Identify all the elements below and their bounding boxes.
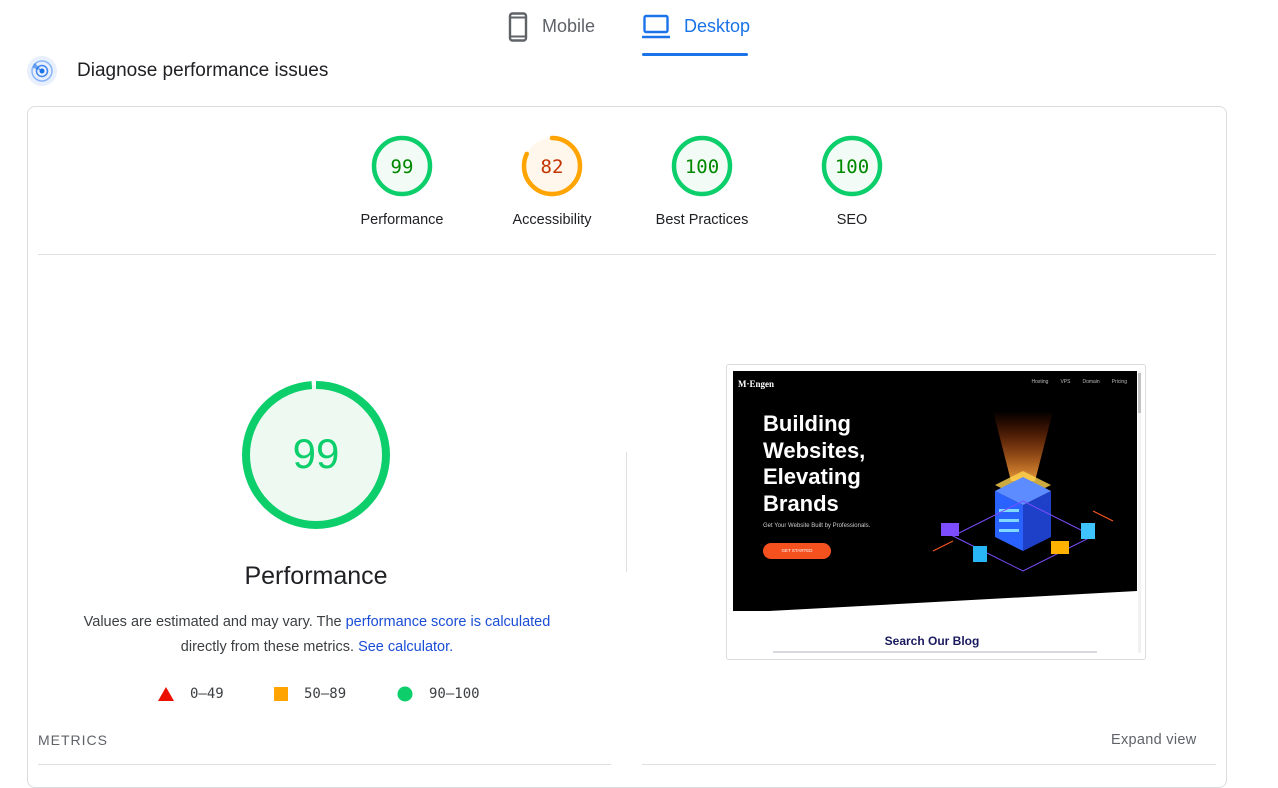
legend-average: 50–89 [274, 684, 346, 704]
gauge-performance[interactable]: 99 Performance [342, 134, 462, 228]
performance-gauge: 99 [242, 381, 390, 529]
screenshot-hero: M·Engen Hosting VPS Domain Pricing Build… [733, 371, 1137, 611]
screenshot-logo: M·Engen [738, 379, 775, 389]
score-ring: 82 [521, 135, 583, 197]
tab-mobile-label: Mobile [542, 16, 596, 36]
divider [38, 254, 1216, 255]
gauge-seo[interactable]: 100 SEO [792, 134, 912, 228]
desc-text: Values are estimated and may vary. The [83, 614, 346, 630]
desc-text: directly from these metrics. [180, 639, 359, 655]
screenshot-blog-title: Search Our Blog [884, 634, 980, 648]
hero-slant [733, 591, 1137, 613]
diagnose-title: Diagnose performance issues [77, 60, 329, 81]
circle-icon [397, 686, 413, 702]
radar-icon [27, 56, 57, 86]
screenshot-cta: GET STARTED [763, 543, 831, 559]
gauge-best-practices[interactable]: 100 Best Practices [642, 134, 762, 228]
triangle-icon [158, 687, 174, 701]
gauge-label: Accessibility [512, 212, 592, 228]
see-calculator-link[interactable]: See calculator. [358, 639, 453, 655]
score-ring: 100 [671, 135, 733, 197]
performance-description: Values are estimated and may vary. The p… [60, 610, 574, 660]
legend-fail: 0–49 [158, 684, 224, 704]
gauge-score: 100 [685, 156, 719, 178]
tab-active-indicator [642, 53, 748, 56]
legend-range: 90–100 [429, 686, 480, 702]
screenshot-blog-text [773, 651, 1097, 653]
gauge-accessibility[interactable]: 82 Accessibility [492, 134, 612, 228]
screenshot-nav: Hosting VPS Domain Pricing [1032, 379, 1128, 385]
tab-desktop[interactable]: Desktop [642, 10, 750, 56]
screenshot-subtitle: Get Your Website Built by Professionals. [763, 523, 871, 529]
screenshot-nav-item: Hosting [1031, 379, 1049, 385]
legend-range: 0–49 [190, 686, 224, 702]
expand-view-button[interactable]: Expand view [1111, 732, 1197, 748]
smartphone-icon [508, 12, 528, 42]
gauge-score: 100 [835, 156, 869, 178]
gauge-label: Performance [360, 212, 444, 228]
square-icon [274, 687, 288, 701]
score-calculated-link[interactable]: performance score is calculated [346, 614, 551, 630]
tab-mobile[interactable]: Mobile [508, 10, 595, 56]
screenshot-nav-item: VPS [1060, 379, 1071, 385]
vertical-separator [626, 452, 627, 572]
server-illustration [932, 411, 1114, 572]
score-ring: 99 [371, 135, 433, 197]
performance-score: 99 [293, 430, 340, 477]
performance-title: Performance [244, 562, 388, 590]
legend-pass: 90–100 [397, 684, 480, 704]
gauge-score: 82 [541, 156, 564, 178]
final-screenshot[interactable]: M·Engen Hosting VPS Domain Pricing Build… [726, 364, 1146, 660]
score-ring: 100 [821, 135, 883, 197]
screenshot-scrollbar [1138, 371, 1141, 653]
tab-desktop-label: Desktop [684, 16, 751, 36]
screenshot-nav-item: Pricing [1111, 379, 1127, 385]
screenshot-scrollbar-thumb [1138, 373, 1141, 413]
legend-range: 50–89 [304, 686, 347, 702]
gauge-label: Best Practices [655, 212, 749, 228]
metrics-heading: METRICS [38, 732, 108, 748]
screenshot-nav-item: Domain [1082, 379, 1100, 385]
gauge-score: 99 [391, 156, 414, 178]
laptop-icon [642, 14, 670, 39]
gauge-label: SEO [836, 212, 868, 228]
